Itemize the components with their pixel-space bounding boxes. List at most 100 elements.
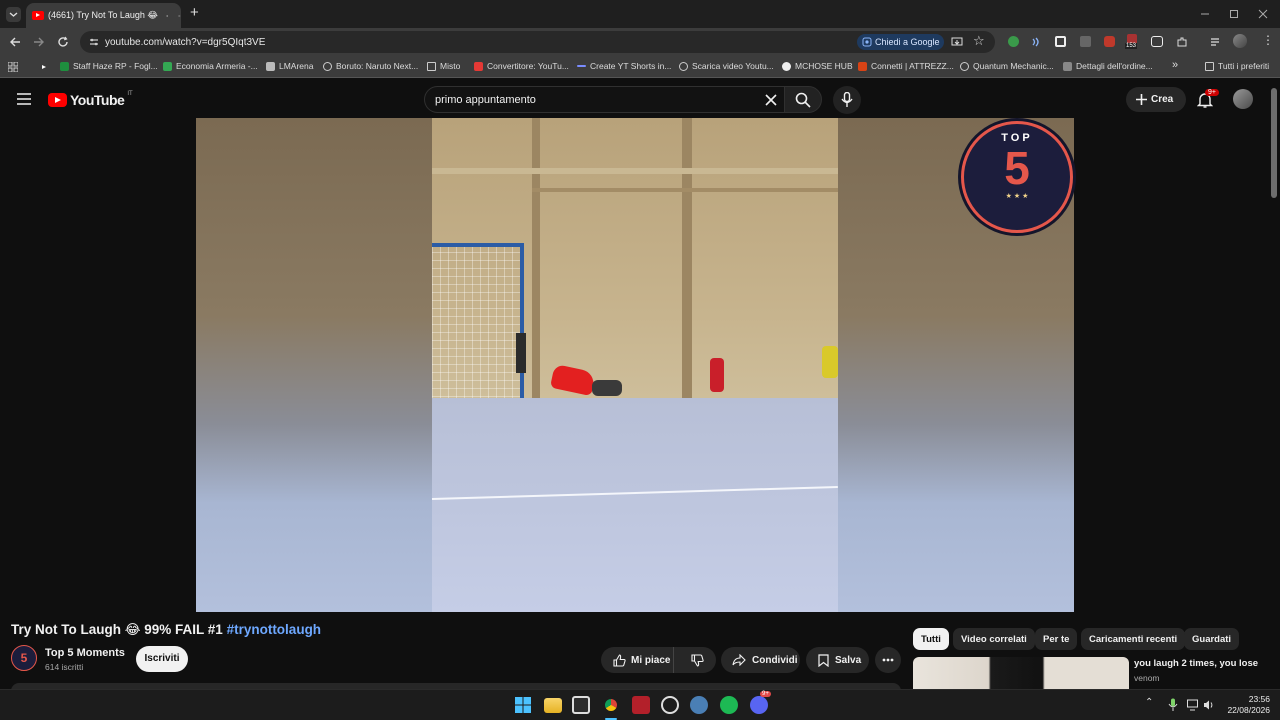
bookmark-item[interactable]: Economia Armeria -... (163, 61, 258, 71)
steam-like-icon[interactable] (661, 696, 679, 714)
minimize-icon[interactable] (1200, 9, 1210, 19)
share-arrow-icon (732, 654, 746, 666)
account-avatar[interactable] (1233, 89, 1253, 109)
tray-overflow-icon[interactable]: ⌃ (1145, 697, 1153, 708)
video-player[interactable]: 5 (196, 118, 1074, 612)
page-scrollbar[interactable] (1271, 88, 1277, 198)
thumbs-up-icon (613, 653, 626, 667)
media-control-icon[interactable] (1210, 36, 1222, 48)
network-icon[interactable] (1187, 699, 1199, 711)
converter-icon (474, 61, 483, 71)
search-input[interactable]: primo appuntamento (424, 86, 786, 113)
like-button[interactable]: Mi piace (601, 647, 674, 673)
bookmark-item[interactable]: Dettagli dell'ordine... (1063, 61, 1153, 71)
browser-tab-strip: (4661) Try Not To Laugh 😂 + (0, 0, 1280, 28)
apps-grid-icon[interactable] (8, 62, 18, 72)
lmarena-icon (266, 61, 275, 71)
back-arrow-icon[interactable] (9, 36, 21, 48)
bookmark-item[interactable]: Staff Haze RP - Fogl... (60, 61, 158, 71)
extension-shield-icon[interactable] (1008, 36, 1019, 47)
youtube-wordmark: YouTube (70, 92, 125, 108)
chrome-menu-icon[interactable]: ⋮ (1262, 33, 1274, 47)
share-button[interactable]: Condividi (721, 647, 800, 673)
video-hashtag-link[interactable]: #trynottolaugh (227, 622, 322, 637)
bookmark-item[interactable]: Create YT Shorts in... (577, 61, 671, 71)
store-icon[interactable] (572, 696, 590, 714)
recommended-video-thumbnail[interactable] (913, 657, 1129, 690)
maximize-icon[interactable] (1229, 9, 1239, 19)
create-button[interactable]: Crea (1126, 87, 1186, 112)
chip-per-te[interactable]: Per te (1035, 628, 1078, 650)
chip-caricamenti-recenti[interactable]: Caricamenti recenti (1081, 628, 1186, 650)
profile-avatar[interactable] (1233, 34, 1247, 48)
extension-disabled-icon[interactable] (1080, 36, 1091, 47)
video-editor-icon[interactable] (632, 696, 650, 714)
bookmark-folder[interactable]: Misto (427, 61, 460, 71)
spotify-icon[interactable] (720, 696, 738, 714)
chip-tutti[interactable]: Tutti (913, 628, 949, 650)
clock-date: 22/08/2026 (1227, 705, 1270, 715)
windows-start-icon[interactable] (515, 697, 531, 713)
reload-icon[interactable] (57, 36, 69, 48)
bookmark-item[interactable]: Boruto: Naruto Next... (323, 61, 418, 71)
subscriber-count: 614 iscritti (45, 662, 84, 672)
bookmark-item[interactable]: Convertitore: YouTu... (474, 61, 569, 71)
taskbar-clock[interactable]: 23:56 22/08/2026 (1222, 694, 1270, 716)
bookmark-item[interactable]: Scarica video Youtu... (679, 61, 774, 71)
volume-icon[interactable] (1203, 699, 1215, 711)
clear-search-icon[interactable] (765, 94, 777, 106)
bookmarks-overflow-icon[interactable]: » (1172, 59, 1178, 71)
globe-icon (323, 61, 332, 71)
forward-arrow-icon[interactable] (33, 36, 45, 48)
folder-icon (1205, 61, 1214, 71)
microphone-icon (841, 92, 853, 107)
ask-google-button[interactable]: Chiedi a Google (857, 34, 944, 50)
video-frame-floor (431, 398, 838, 612)
all-bookmarks-folder[interactable]: Tutti i preferiti (1205, 61, 1269, 71)
extension-counter[interactable]: 153 (1124, 34, 1140, 50)
extension-audio-icon[interactable] (1030, 36, 1042, 48)
browser-tab-active[interactable]: (4661) Try Not To Laugh 😂 (26, 3, 181, 28)
bookmark-item[interactable]: Connetti | ATTREZZ... (858, 61, 954, 71)
bookmark-item[interactable]: Quantum Mechanic... (960, 61, 1054, 71)
subscribe-button[interactable]: Iscriviti (136, 646, 188, 672)
bookmark-item[interactable]: MCHOSE HUB (782, 61, 853, 71)
file-explorer-icon[interactable] (544, 698, 562, 713)
discord-app[interactable]: 9+ (750, 691, 771, 714)
install-app-icon[interactable] (951, 36, 963, 48)
hamburger-menu-icon[interactable] (17, 93, 31, 105)
channel-name[interactable]: Top 5 Moments (45, 647, 125, 659)
search-button[interactable] (784, 86, 822, 113)
voice-search-button[interactable] (833, 86, 861, 114)
extension-square-icon[interactable] (1055, 36, 1066, 47)
recommended-video-title[interactable]: you laugh 2 times, you lose (1134, 658, 1258, 669)
extension-ublock-icon[interactable] (1104, 36, 1115, 47)
close-tab-icon[interactable] (178, 11, 181, 21)
settings-gear-icon[interactable] (690, 696, 708, 714)
notifications-button[interactable]: 9+ (1197, 89, 1219, 111)
channel-avatar[interactable]: 5 (11, 645, 37, 671)
url-text: youtube.com/watch?v=dgr5QIqt3VE (105, 36, 266, 48)
chip-guardati[interactable]: Guardati (1184, 628, 1240, 650)
site-info-icon[interactable] (88, 36, 100, 48)
bookmark-star-icon[interactable]: ☆ (973, 33, 985, 49)
youtube-logo[interactable]: YouTube IT (48, 91, 133, 108)
new-tab-button[interactable]: + (190, 4, 199, 21)
extensions-puzzle-icon[interactable] (1176, 36, 1188, 48)
close-window-icon[interactable] (1258, 9, 1268, 19)
dislike-button[interactable] (680, 647, 716, 673)
extension-game-icon[interactable] (1151, 36, 1163, 47)
bookmark-item[interactable]: LMArena (266, 61, 314, 71)
save-button[interactable]: Salva (806, 647, 869, 673)
sheets-icon (163, 61, 172, 71)
save-label: Salva (835, 654, 862, 666)
microphone-tray-icon[interactable] (1168, 698, 1178, 712)
like-dislike-group: Mi piace (601, 647, 716, 673)
speaker-icon[interactable] (166, 11, 169, 21)
order-icon (1063, 61, 1072, 71)
tab-search-button[interactable] (6, 7, 21, 22)
more-actions-button[interactable] (875, 647, 901, 673)
chrome-icon[interactable] (601, 695, 621, 715)
recommended-video-channel[interactable]: venom (1134, 673, 1160, 683)
chip-video-correlati[interactable]: Video correlati (953, 628, 1035, 650)
